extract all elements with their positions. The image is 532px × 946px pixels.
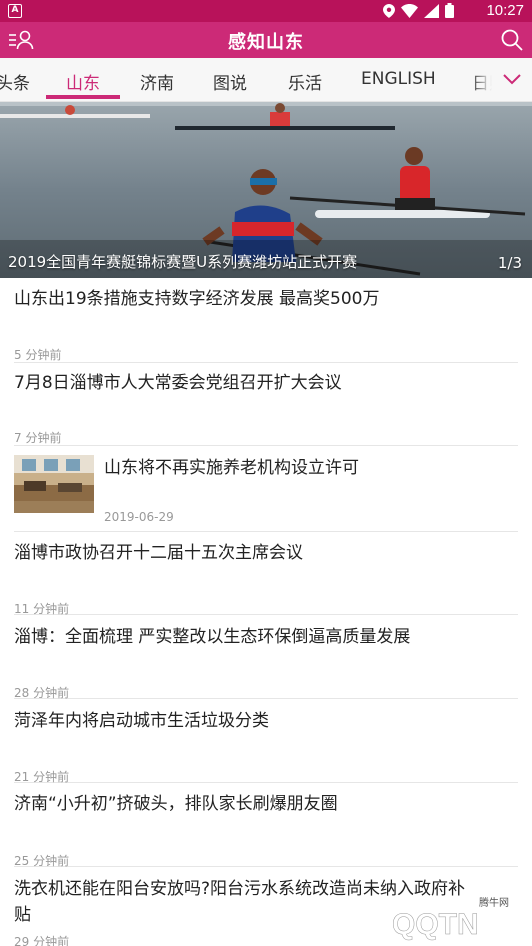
news-time: 29 分钟前 [14,935,70,946]
news-title: 山东出19条措施支持数字经济发展 最高奖500万 [14,289,380,309]
status-icons [383,3,454,18]
wifi-icon [401,3,418,18]
news-title: 7月8日淄博市人大常委会党组召开扩大会议 [14,373,342,393]
news-time: 7 分钟前 [14,431,62,445]
watermark-graphic: QQTN 腾牛网 [355,896,509,941]
signal-icon [424,3,439,18]
news-title: 菏泽年内将启动城市生活垃圾分类 [14,711,269,731]
news-title: 济南“小升初”挤破头，排队家长刷爆朋友圈 [14,794,338,814]
news-time: 25 分钟前 [14,854,70,868]
news-item-with-image[interactable]: 山东将不再实施养老机构设立许可 2019-06-29 [14,455,518,532]
news-item[interactable]: 济南“小升初”挤破头，排队家长刷爆朋友圈 25 分钟前 [14,791,518,868]
svg-text:QQTN: QQTN [392,908,479,941]
tab-jinan[interactable]: 济南 [140,69,174,94]
active-tab-indicator [46,95,120,99]
banner-carousel[interactable]: 2019全国青年赛艇锦标赛暨U系列赛潍坊站正式开赛 1/3 [0,102,532,278]
news-item[interactable]: 7月8日淄博市人大常委会党组召开扩大会议 7 分钟前 [14,370,518,446]
watermark-brand: 腾牛网 [479,896,509,909]
search-icon [501,29,523,51]
news-time: 21 分钟前 [14,770,70,784]
app-title: 感知山东 [228,32,304,53]
chevron-down-icon [503,74,521,85]
app-bar: 感知山东 [0,22,532,58]
status-bar: A 10:27 [0,0,532,22]
news-title: 山东将不再实施养老机构设立许可 [104,458,359,478]
tab-shandong[interactable]: 山东 [66,69,100,94]
news-date: 2019-06-29 [104,510,174,524]
tabs-fade [470,58,492,101]
tab-lehuo[interactable]: 乐活 [288,69,322,94]
news-time: 28 分钟前 [14,686,70,700]
news-item[interactable]: 山东出19条措施支持数字经济发展 最高奖500万 5 分钟前 [14,286,518,363]
battery-icon [445,3,454,18]
watermark-logo: QQTN 腾牛网 [334,894,524,944]
banner-caption: 2019全国青年赛艇锦标赛暨U系列赛潍坊站正式开赛 [8,253,358,271]
news-item[interactable]: 淄博市政协召开十二届十五次主席会议 11 分钟前 [14,540,518,616]
news-time: 11 分钟前 [14,602,70,616]
news-item[interactable]: 菏泽年内将启动城市生活垃圾分类 21 分钟前 [14,708,518,784]
news-item[interactable]: 淄博：全面梳理 严实整改以生态环保倒逼高质量发展 28 分钟前 [14,624,518,700]
search-button[interactable] [500,28,524,52]
status-time: 10:27 [486,2,524,19]
tab-english[interactable]: ENGLISH [361,69,436,89]
news-title: 淄博：全面梳理 严实整改以生态环保倒逼高质量发展 [14,627,411,647]
tab-toutiao[interactable]: 头条 [0,69,30,94]
app-notification-icon: A [8,4,22,18]
more-tabs-button[interactable] [492,58,532,101]
news-title: 淄博市政协召开十二届十五次主席会议 [14,543,303,563]
banner-pager: 1/3 [497,254,522,272]
location-icon [383,3,395,18]
news-time: 5 分钟前 [14,348,62,362]
news-thumbnail [14,455,94,513]
tab-tushuo[interactable]: 图说 [213,69,247,94]
